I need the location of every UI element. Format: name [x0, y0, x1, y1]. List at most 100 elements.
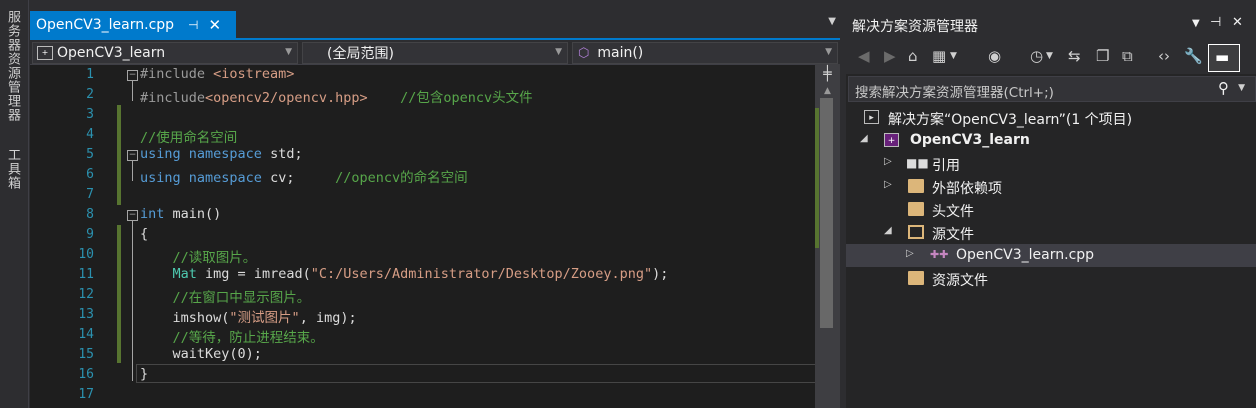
- search-icon[interactable]: ⚲: [1218, 79, 1229, 97]
- project-combo-value: OpenCV3_learn: [57, 45, 166, 61]
- chevron-down-icon[interactable]: ▼: [1046, 51, 1053, 61]
- code-line-4: //使用命名空间: [140, 130, 238, 146]
- code-line-5: using namespace std;: [140, 146, 303, 162]
- cpp-project-icon: +: [37, 46, 53, 60]
- line-number: 15: [78, 347, 94, 362]
- collapsed-arrow-icon[interactable]: ▷: [884, 156, 892, 167]
- collapse-icon[interactable]: −: [127, 70, 138, 81]
- server-explorer-tab[interactable]: 服务器资源管理器: [3, 10, 22, 122]
- line-number: 14: [78, 327, 94, 342]
- tab-list-dropdown-icon[interactable]: ▼: [828, 16, 836, 27]
- line-number: 5: [86, 147, 94, 162]
- scroll-up-icon[interactable]: ▲: [815, 86, 840, 96]
- code-text-area[interactable]: 1 2 3 4 5 6 7 8 9 10 11 12 13 14 15 16 1…: [30, 65, 840, 408]
- folder-icon: [908, 179, 924, 193]
- fold-guide: [132, 161, 133, 181]
- cpp-file-icon: ✚✚: [930, 248, 949, 261]
- line-number: 1: [86, 67, 94, 82]
- code-line-15: waitKey(0);: [172, 346, 262, 362]
- solution-explorer-toolbar: ◀ ▶ ⌂ ▦ ▼ ◉ ◷ ▼ ⇆ ❐ ⧉ ‹› 🔧 ▬: [846, 40, 1256, 74]
- tab-opencv3-learn-cpp[interactable]: OpenCV3_learn.cpp ⊣ ✕: [30, 11, 236, 38]
- collapsed-arrow-icon[interactable]: ▷: [906, 248, 914, 259]
- switch-views-icon[interactable]: ▦: [932, 47, 946, 65]
- preview-selected-items-button[interactable]: ▬: [1208, 44, 1240, 72]
- method-cube-icon: ⬡: [578, 45, 590, 61]
- back-icon[interactable]: ◀: [858, 47, 870, 65]
- folder-icon: [908, 271, 924, 285]
- line-number: 6: [86, 167, 94, 182]
- line-number: 2: [86, 87, 94, 102]
- code-line-14: //等待，防止进程结束。: [172, 330, 324, 346]
- line-number: 11: [78, 267, 94, 282]
- expanded-arrow-icon[interactable]: ◢: [860, 133, 868, 144]
- line-number: 16: [78, 367, 94, 382]
- panel-title: 解决方案资源管理器: [852, 19, 978, 35]
- chevron-down-icon[interactable]: ▼: [950, 51, 957, 61]
- sync-icon[interactable]: ⇆: [1068, 47, 1081, 65]
- view-code-icon[interactable]: ‹›: [1158, 47, 1170, 65]
- collapsed-arrow-icon[interactable]: ▷: [884, 179, 892, 190]
- close-icon[interactable]: ✕: [209, 16, 222, 34]
- code-line-13: imshow("测试图片", img);: [172, 310, 357, 326]
- pin-icon[interactable]: ⊣: [188, 18, 198, 32]
- solution-explorer-title-bar: 解决方案资源管理器 ▼ ⊣ ✕: [846, 0, 1256, 40]
- tree-item-header-files[interactable]: 头文件: [846, 198, 1256, 221]
- tab-title: OpenCV3_learn.cpp: [36, 16, 175, 33]
- code-line-11: Mat img = imread("C:/Users/Administrator…: [172, 266, 669, 282]
- pending-changes-filter-icon[interactable]: ◷: [1030, 47, 1043, 65]
- tree-item-external-dependencies[interactable]: ▷ 外部依赖项: [846, 175, 1256, 198]
- line-number: 13: [78, 307, 94, 322]
- line-number: 9: [86, 227, 94, 242]
- change-indicator: [117, 105, 121, 205]
- code-line-6: using namespace cv; //opencv的命名空间: [140, 170, 468, 186]
- scrollbar-thumb[interactable]: [820, 98, 833, 328]
- chevron-down-icon[interactable]: ▼: [1238, 83, 1245, 93]
- show-all-files-icon[interactable]: ◉: [988, 47, 1001, 65]
- expanded-arrow-icon[interactable]: ◢: [884, 225, 892, 236]
- collapse-icon[interactable]: −: [127, 150, 138, 161]
- scrollbar-change-marker: [815, 108, 819, 248]
- window-position-dropdown-icon[interactable]: ▼: [1192, 18, 1200, 29]
- solution-search-input[interactable]: 搜索解决方案资源管理器(Ctrl+;) ⚲ ▼: [848, 76, 1256, 102]
- scope-combo[interactable]: (全局范围) ▼: [302, 42, 568, 64]
- fold-guide: [132, 221, 133, 381]
- close-icon[interactable]: ✕: [1232, 15, 1243, 30]
- show-all-icon[interactable]: ⧉: [1122, 47, 1133, 65]
- solution-explorer-panel: 解决方案资源管理器 ▼ ⊣ ✕ ◀ ▶ ⌂ ▦ ▼ ◉ ◷ ▼ ⇆ ❐ ⧉ ‹›…: [846, 0, 1256, 408]
- line-number: 10: [78, 247, 94, 262]
- folder-icon: [908, 202, 924, 216]
- home-icon[interactable]: ⌂: [908, 47, 918, 65]
- tree-item-resource-files[interactable]: 资源文件: [846, 267, 1256, 290]
- line-number: 12: [78, 287, 94, 302]
- tree-item-source-files[interactable]: ◢ 源文件: [846, 221, 1256, 244]
- tree-item-references[interactable]: ▷ ■■ 引用: [846, 152, 1256, 175]
- tree-item-solution[interactable]: ▸ 解决方案“OpenCV3_learn”(1 个项目): [846, 106, 1256, 129]
- left-tool-strip: 服务器资源管理器 工具箱: [0, 0, 29, 408]
- navigation-bar: + OpenCV3_learn ▼ (全局范围) ▼ ⬡ main() ▼: [30, 40, 840, 65]
- current-line-highlight: [136, 364, 816, 383]
- tree-item-cpp-file[interactable]: ▷ ✚✚ OpenCV3_learn.cpp: [846, 244, 1256, 267]
- pin-icon[interactable]: ⊣: [1210, 15, 1221, 30]
- editor-vertical-scrollbar[interactable]: ╪ ▲: [815, 64, 840, 408]
- project-combo[interactable]: + OpenCV3_learn ▼: [32, 42, 298, 64]
- toolbox-tab[interactable]: 工具箱: [3, 148, 22, 190]
- search-placeholder: 搜索解决方案资源管理器(Ctrl+;): [855, 85, 1054, 101]
- tree-item-project[interactable]: ◢ + OpenCV3_learn: [846, 129, 1256, 152]
- member-combo[interactable]: ⬡ main() ▼: [572, 42, 838, 64]
- forward-icon[interactable]: ▶: [884, 47, 896, 65]
- collapse-all-icon[interactable]: ❐: [1096, 47, 1109, 65]
- split-window-icon[interactable]: ╪: [815, 66, 840, 82]
- code-editor: OpenCV3_learn.cpp ⊣ ✕ ▼ + OpenCV3_learn …: [30, 0, 840, 408]
- open-folder-icon: [908, 225, 924, 239]
- chevron-down-icon: ▼: [555, 47, 562, 57]
- code-line-10: //读取图片。: [172, 250, 257, 266]
- preview-icon: ▬: [1215, 48, 1230, 66]
- line-number: 17: [78, 387, 94, 402]
- collapse-icon[interactable]: −: [127, 210, 138, 221]
- line-number: 3: [86, 107, 94, 122]
- properties-wrench-icon[interactable]: 🔧: [1184, 47, 1203, 65]
- code-line-16: }: [140, 366, 149, 382]
- document-tab-bar: OpenCV3_learn.cpp ⊣ ✕ ▼: [30, 0, 840, 38]
- line-number: 8: [86, 207, 94, 222]
- cpp-project-icon: +: [884, 133, 899, 147]
